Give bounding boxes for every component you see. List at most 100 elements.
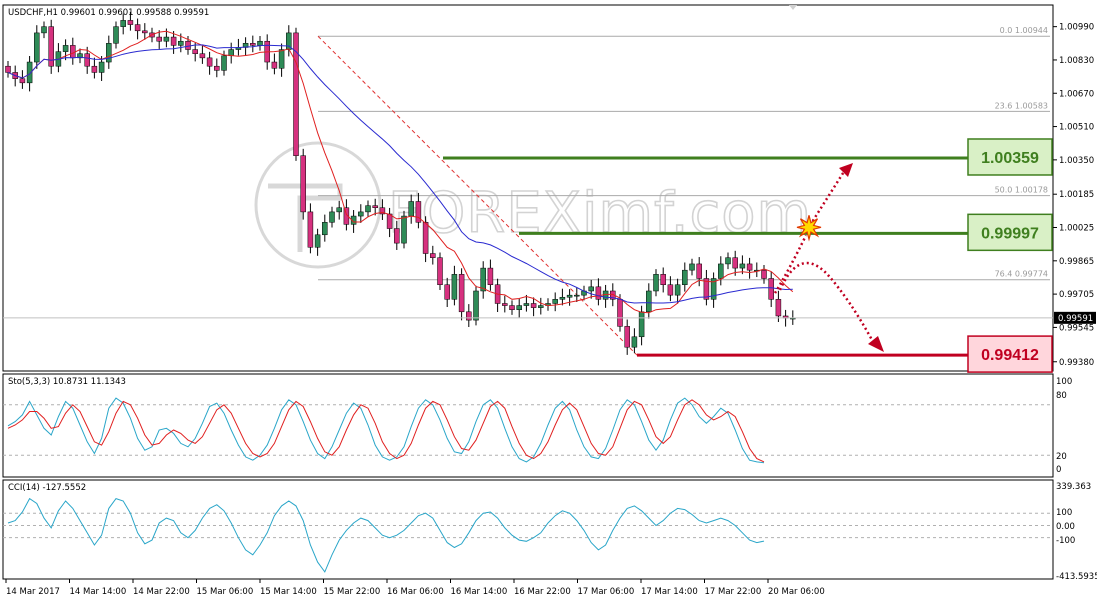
bear-candle [192,49,198,54]
bull-candle [588,286,594,292]
bull-candle [401,215,407,244]
bear-candle [466,311,472,321]
chart-canvas[interactable]: FOREXimf.com 0.0 1.00944 23.6 1.00583 50.0… [0,0,1097,605]
bull-candle [98,61,105,73]
time-tick-label: 16 Mar 22:00 [514,587,571,597]
bull-candle [682,269,688,285]
bear-candle [300,155,306,213]
bear-candle [84,53,90,67]
price-tick-label: 1.00670 [1059,89,1094,99]
bull-candle [574,294,580,297]
bear-candle [530,303,537,308]
bear-candle [595,286,602,300]
fib-level-label: 76.4 0.99774 [995,270,1048,279]
bull-candle [329,211,335,223]
bear-candle [660,274,666,285]
bull-candle [552,299,558,304]
bull-candle [228,49,234,57]
price-tick-label: 1.00185 [1059,190,1094,200]
bear-candle [667,284,674,296]
bear-candle [386,213,393,229]
stoch-main-line [7,397,765,464]
price-tick-label: 0.99705 [1059,290,1094,300]
support-1-label: 0.99412 [981,347,1039,364]
bear-candle [91,65,98,73]
cci-axis-minus100: -100 [1056,536,1075,546]
current-price-label: 0.99591 [1058,314,1093,324]
stoch-axis-0: 0 [1056,465,1061,475]
price-tick-label: 1.00990 [1059,23,1094,33]
bear-candle [214,65,220,71]
price-tick-label: 0.99545 [1059,323,1094,333]
bull-candle [653,274,659,292]
bull-candle [631,336,638,348]
bear-candle [768,278,774,300]
chart-shift-marker-icon[interactable] [789,5,797,10]
bull-candle [163,36,170,42]
watermark-text: FOREXimf.com [388,181,812,246]
bull-candle [523,303,530,306]
time-tick-label: 14 Mar 2017 [6,587,60,597]
time-tick-label: 20 Mar 06:00 [768,587,825,597]
cci-line [7,497,765,573]
bear-projection-path [778,261,874,341]
cci-axis-100: 100 [1056,508,1072,518]
bull-candle [646,290,652,313]
bull-candle [113,26,119,44]
bear-candle [761,269,767,279]
time-tick-label: 14 Mar 14:00 [70,587,127,597]
price-tick-label: 1.00510 [1059,123,1094,133]
bull-candle [566,294,573,298]
symbol-label: USDCHF,H1 0.99601 0.99601 0.99588 0.9959… [8,8,209,18]
bull-candle [718,263,724,279]
ma-fast-line [7,30,794,314]
ma-slow-line [7,44,793,304]
bear-candle [422,222,429,254]
bear-candle [307,211,314,248]
bear-candle [170,36,177,46]
fib-level-label: 50.0 1.00178 [995,186,1048,195]
time-tick-label: 16 Mar 14:00 [451,587,508,597]
bear-candle [134,24,141,32]
bull-candle [451,274,458,300]
time-tick-label: 15 Mar 22:00 [324,587,381,597]
bull-candle [221,55,227,71]
bear-candle [430,253,436,258]
time-tick-label: 17 Mar 06:00 [578,587,635,597]
cci-axis-0: 0.00 [1056,522,1075,532]
bull-candle [559,296,566,300]
price-tick-label: 0.99865 [1059,257,1094,267]
chart-window[interactable]: FOREXimf.com 0.0 1.00944 23.6 1.00583 50.0… [0,0,1097,605]
price-tick-label: 1.00025 [1059,224,1094,234]
price-levels[interactable]: 1.00359 0.99997 0.99412 [443,138,1053,373]
bull-candle [257,40,263,46]
bear-candle [732,257,738,269]
bear-candle [250,43,256,46]
bull-candle [120,20,126,27]
bear-candle [142,30,148,34]
bear-candle [206,57,213,67]
bear-candle [775,299,782,317]
bull-candle [516,305,522,310]
arrow-up-icon [839,162,853,177]
bull-candle [322,222,328,236]
bull-candle [62,45,69,52]
moving-averages [7,30,794,314]
cci-axis-min: -413.5935 [1056,572,1097,582]
stoch-axis-20: 20 [1056,452,1067,462]
stoch-signal-line [7,399,765,463]
bear-candle [624,326,630,348]
time-tick-label: 17 Mar 14:00 [641,587,698,597]
bull-candle [106,43,112,63]
bull-candle [336,207,342,213]
cci-label: CCI(14) -127.5552 [8,483,86,493]
bear-candle [271,61,278,69]
bear-candle [487,267,494,285]
bull-candle [34,32,40,63]
breakout-burst-icon [796,215,822,242]
bear-candle [5,65,11,73]
fib-level-label: 23.6 1.00583 [995,101,1048,110]
stochastic-label: Sto(5,3,3) 10.8731 11.1343 [8,377,126,387]
bull-candle [358,211,364,217]
bear-candle [19,78,26,84]
